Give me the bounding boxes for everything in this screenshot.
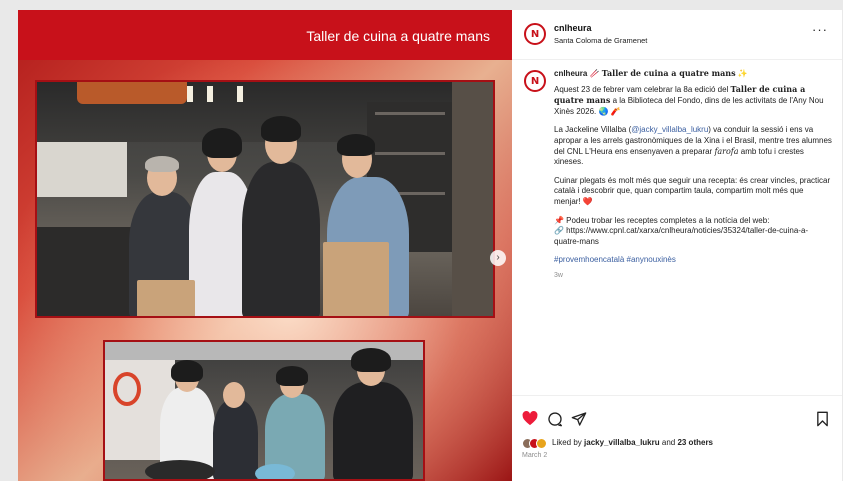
caption-paragraph-1: Aquest 23 de febrer vam celebrar la 8a e…	[554, 83, 824, 116]
caption-paragraph-2: La Jackeline Villalba (@jacky_villalba_l…	[554, 125, 832, 167]
post-time: 3w	[554, 271, 563, 279]
more-icon[interactable]: ···	[812, 22, 828, 37]
comment-icon[interactable]	[547, 411, 563, 427]
caption-avatar[interactable]: N	[524, 70, 546, 92]
group-photo	[35, 80, 495, 318]
hashtags[interactable]: #provemhoencatalà #anynouxinès	[554, 255, 676, 264]
likes-count-link[interactable]: 23 others	[677, 438, 713, 447]
sparkles-emoji: ✨	[737, 69, 748, 78]
caption-paragraph-3: Cuinar plegats és molt més que seguir un…	[554, 175, 831, 206]
caption-text: cnlheura 🥢 Taller de cuina a quatre mans…	[554, 68, 832, 290]
chevron-right-icon: ›	[496, 252, 500, 263]
caption-paragraph-4: 📌 Podeu trobar les receptes completes a …	[554, 215, 809, 246]
avatar-logo-text: N	[530, 28, 540, 40]
cooking-photo	[103, 340, 425, 481]
next-image-button[interactable]: ›	[490, 250, 506, 266]
post-date: March 2	[522, 452, 548, 459]
post-location[interactable]: Santa Coloma de Gramenet	[554, 36, 647, 45]
likes-summary: Liked by jacky_villalba_lukru and 23 oth…	[552, 438, 714, 447]
liker-avatar	[536, 438, 547, 449]
post-sidebar: N cnlheura Santa Coloma de Gramenet ··· …	[512, 10, 842, 481]
mention-link[interactable]: @jacky_villalba_lukru	[631, 125, 708, 134]
share-icon[interactable]	[571, 411, 587, 427]
account-avatar[interactable]: N	[524, 23, 546, 45]
chopsticks-emoji: 🥢	[589, 69, 600, 78]
liker-username[interactable]: jacky_villalba_lukru	[584, 438, 660, 447]
post-header: N cnlheura Santa Coloma de Gramenet ···	[512, 10, 842, 60]
media-banner-title: Taller de cuina a quatre mans	[306, 28, 490, 44]
post-media[interactable]: Taller de cuina a quatre mans ›	[18, 10, 512, 481]
media-banner: Taller de cuina a quatre mans	[18, 10, 512, 60]
post-username[interactable]: cnlheura	[554, 23, 592, 33]
bookmark-icon[interactable]	[816, 411, 829, 427]
post-dialog: Taller de cuina a quatre mans › N cnlheu…	[18, 10, 842, 481]
heart-icon[interactable]	[522, 411, 538, 426]
avatar-logo-text: N	[530, 75, 540, 87]
caption-username[interactable]: cnlheura	[554, 69, 587, 78]
caption-title: Taller de cuina a quatre mans	[601, 68, 736, 78]
